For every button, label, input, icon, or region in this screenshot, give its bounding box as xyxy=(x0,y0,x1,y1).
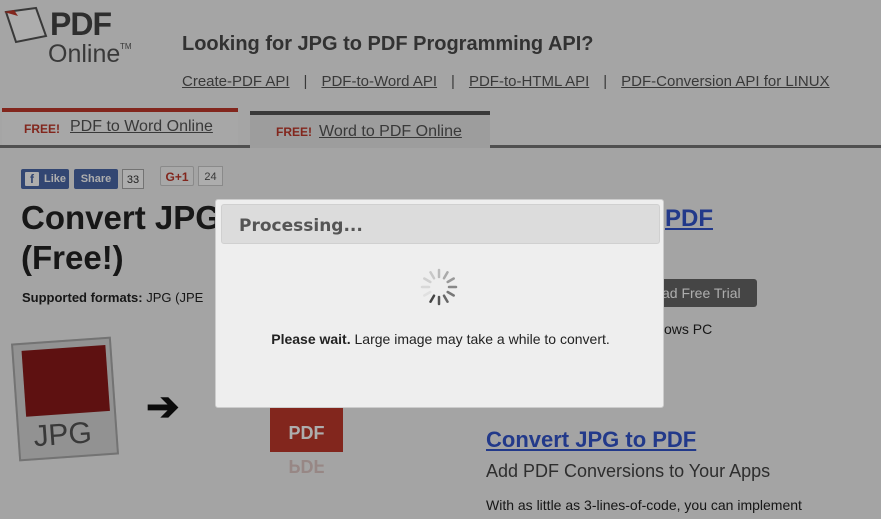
wait-message: Please wait. Large image may take a whil… xyxy=(216,331,665,347)
dialog-title: Processing... xyxy=(239,216,363,236)
processing-dialog: Processing... Please wait. Large image m… xyxy=(215,199,664,408)
wait-text: Large image may take a while to convert. xyxy=(350,331,610,347)
loading-spinner-icon xyxy=(420,268,458,306)
wait-bold: Please wait. xyxy=(271,331,351,347)
dialog-header: Processing... xyxy=(221,204,660,244)
